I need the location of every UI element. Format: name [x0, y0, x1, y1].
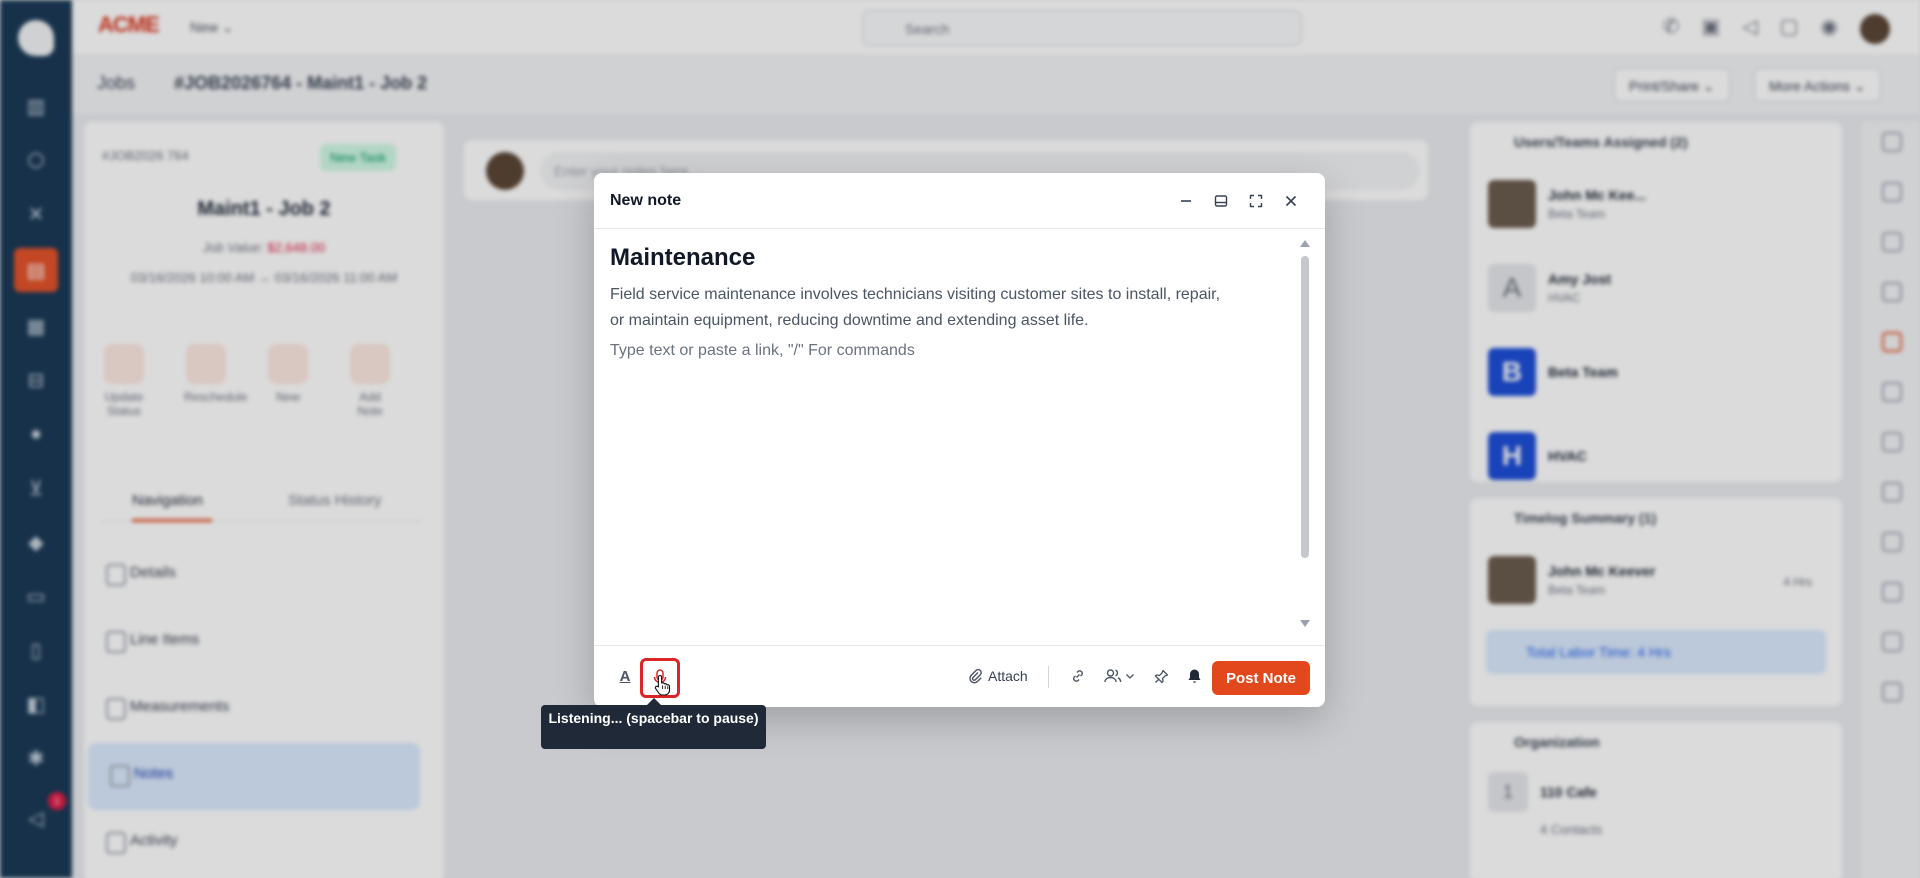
post-note-button[interactable]: Post Note — [1212, 661, 1310, 695]
expand-icon — [1249, 194, 1263, 208]
editor-scrollbar[interactable] — [1298, 238, 1310, 633]
mention-users-dropdown[interactable] — [1099, 663, 1139, 689]
scroll-up-icon[interactable] — [1300, 240, 1310, 247]
attach-label: Attach — [988, 668, 1028, 684]
attach-button[interactable]: Attach — [968, 663, 1028, 689]
hand-cursor-icon — [654, 674, 671, 696]
modal-footer: A Attach Post Note — [594, 645, 1325, 707]
scroll-down-icon[interactable] — [1300, 620, 1310, 627]
minimize-button[interactable] — [1174, 189, 1198, 213]
chevron-down-icon — [1125, 674, 1134, 679]
editor-placeholder[interactable]: Type text or paste a link, "/" For comma… — [610, 342, 915, 360]
link-icon — [1073, 670, 1083, 682]
close-button[interactable] — [1279, 189, 1303, 213]
text-format-button[interactable]: A — [614, 663, 636, 689]
close-icon — [1285, 195, 1297, 207]
mic-tooltip: Listening... (spacebar to pause) — [541, 698, 766, 749]
dock-button[interactable] — [1209, 189, 1233, 213]
note-heading[interactable]: Maintenance — [610, 244, 755, 272]
pin-button[interactable] — [1149, 663, 1173, 689]
pin-icon — [1154, 669, 1168, 683]
bell-icon — [1188, 669, 1200, 683]
fullscreen-button[interactable] — [1244, 189, 1268, 213]
notify-button[interactable] — [1182, 663, 1206, 689]
minimize-icon — [1181, 200, 1191, 202]
paperclip-icon — [969, 668, 982, 684]
new-note-modal: New note Maintenance Field service maint… — [594, 173, 1325, 707]
note-paragraph[interactable]: Field service maintenance involves techn… — [610, 282, 1230, 334]
modal-title: New note — [610, 192, 682, 209]
scrollbar-thumb[interactable] — [1301, 256, 1309, 558]
modal-header: New note — [594, 173, 1325, 229]
dock-icon — [1214, 195, 1228, 207]
users-icon — [1103, 669, 1121, 683]
link-button[interactable] — [1066, 663, 1090, 689]
note-editor[interactable]: Maintenance Field service maintenance in… — [594, 230, 1325, 645]
divider — [1048, 666, 1049, 688]
